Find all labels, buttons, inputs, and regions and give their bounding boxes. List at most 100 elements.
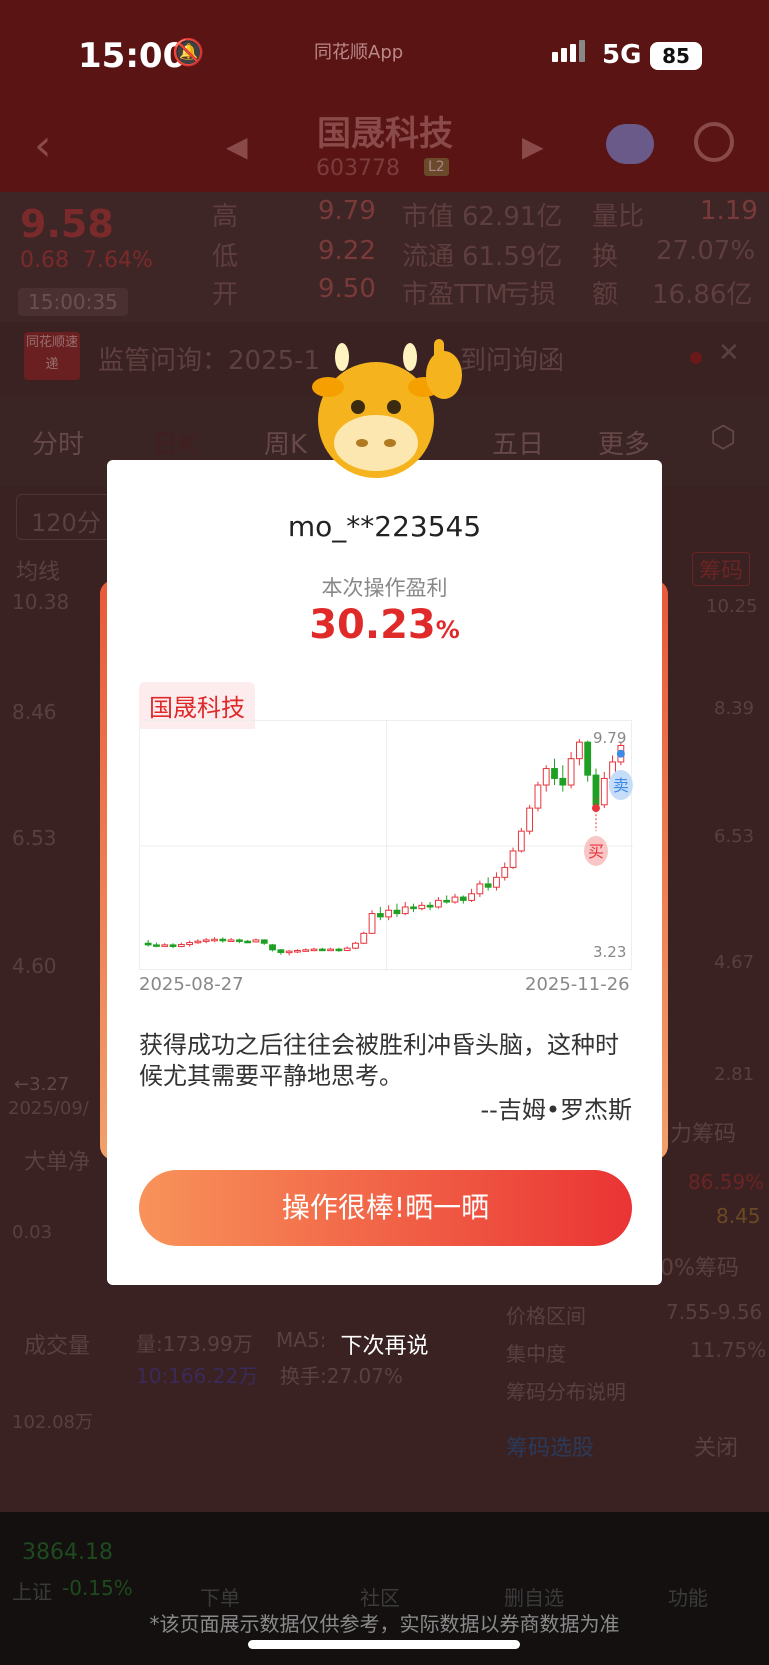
stock-code: 603778 — [316, 156, 400, 181]
candle-body — [559, 777, 567, 786]
turnover-value: 27.07% — [656, 236, 756, 266]
chart-end-date: 2025-11-26 — [525, 974, 630, 995]
float-label: 流通 — [402, 242, 455, 272]
open-value: 9.50 — [318, 274, 376, 304]
candle-body — [410, 906, 417, 910]
buy-label: 买 — [588, 842, 604, 861]
silent-bell-icon: 🔕 — [172, 38, 205, 68]
quote-timestamp: 15:00:35 — [18, 288, 128, 316]
vol-axis: 102.08万 — [12, 1412, 93, 1433]
next-stock-icon[interactable]: ▶ — [522, 130, 544, 163]
nav-order[interactable]: 下单 — [200, 1582, 240, 1611]
period-select[interactable]: 120分 — [16, 494, 116, 540]
candle-body — [526, 807, 534, 832]
chips-button[interactable]: 筹码 — [692, 552, 751, 586]
ma-selector[interactable]: 均线 — [16, 554, 60, 586]
date-label: 2025/09/ — [8, 1098, 89, 1119]
tab-intraday[interactable]: 分时 — [32, 424, 84, 461]
open-label: 开 — [212, 280, 239, 310]
candle-body — [600, 777, 608, 806]
candle-body — [269, 944, 276, 951]
buy-dot — [591, 804, 600, 813]
candle-body — [294, 949, 301, 953]
maybe-later-button[interactable]: 下次再说 — [0, 1328, 769, 1360]
status-bar: 15:00 🔕 同花顺App 5G 85 — [0, 0, 769, 100]
home-indicator[interactable] — [248, 1640, 520, 1649]
candle-body — [335, 948, 343, 952]
candle-body — [285, 950, 293, 954]
chip-axis-1: 10.25 — [706, 596, 758, 617]
y-axis-1: 10.38 — [12, 590, 70, 614]
tab-five-day[interactable]: 五日 — [492, 424, 544, 461]
username: mo_**223545 — [287, 510, 482, 543]
low-label: 低 — [212, 242, 239, 272]
chip-90[interactable]: 0%筹码 — [660, 1250, 739, 1282]
chip-axis-4: 4.67 — [714, 952, 755, 973]
candle-body — [418, 904, 426, 910]
turnover-label: 换 — [592, 242, 619, 272]
candle-body — [327, 948, 334, 952]
candle-body — [476, 883, 484, 895]
big-order-label: 大单净 — [24, 1150, 91, 1175]
candle-body — [343, 947, 351, 951]
candle-body — [235, 939, 243, 942]
price-change: 0.68 7.64% — [20, 248, 153, 273]
news-text: 监管问询：2025-1 — [98, 346, 321, 376]
tab-daily-k[interactable]: 日K — [152, 424, 198, 461]
tab-weekly-k[interactable]: 周K — [264, 424, 307, 461]
back-arrow-icon[interactable]: ‹ — [34, 120, 52, 171]
battery-icon: 85 — [650, 42, 702, 70]
tab-more[interactable]: 更多 — [598, 424, 650, 461]
nav-remove-watchlist[interactable]: 删自选 — [504, 1582, 564, 1611]
high-value: 9.79 — [318, 196, 376, 226]
profit-share-dialog: mo_**223545 本次操作盈利 30.23% 国晟科技 9.79 3.23 买… — [107, 460, 662, 1285]
candle-body — [385, 909, 393, 918]
close-icon[interactable]: ✕ — [718, 338, 740, 368]
candle-body — [493, 876, 500, 888]
unread-dot-icon — [690, 352, 702, 364]
chip-axis-2: 8.39 — [714, 698, 755, 719]
kline-chart: 9.79 3.23 买 卖 — [139, 720, 633, 971]
candle-body — [451, 896, 459, 903]
price-range-value: 7.55-9.56 — [666, 1300, 763, 1324]
mcap-value: 62.91亿 — [462, 202, 563, 232]
prev-stock-icon[interactable]: ◀ — [226, 130, 248, 163]
chip-power-label: 力筹码 — [670, 1122, 737, 1147]
candle-body — [534, 784, 542, 809]
candle-body — [302, 949, 310, 952]
y-axis-2: 8.46 — [12, 700, 57, 724]
amount-label: 额 — [592, 280, 619, 310]
candle-body — [575, 741, 583, 760]
candle-body — [211, 938, 218, 942]
search-icon[interactable] — [694, 122, 734, 162]
index-change: -0.15% — [62, 1576, 133, 1600]
sell-dot — [616, 749, 625, 758]
profit-label: 本次操作盈利 — [321, 576, 448, 600]
candle-body — [401, 906, 409, 915]
candle-body — [551, 768, 558, 779]
candle-body — [227, 939, 235, 942]
sell-label: 卖 — [613, 776, 629, 795]
nav-functions[interactable]: 功能 — [668, 1582, 708, 1611]
candle-body — [161, 944, 169, 947]
news-source-logo: 同花顺速递 — [24, 332, 80, 380]
candle-body — [177, 944, 185, 948]
share-button[interactable]: 操作很棒!晒一晒 — [139, 1170, 632, 1246]
low-value: 9.22 — [318, 236, 376, 266]
chip-pick-button[interactable]: 筹码选股 — [506, 1430, 594, 1462]
nav-community[interactable]: 社区 — [360, 1582, 400, 1611]
profit-value: 30.23% — [309, 602, 460, 648]
candle-body — [368, 913, 376, 934]
chip-axis-5: 2.81 — [714, 1064, 755, 1085]
chip-desc-link[interactable]: 筹码分布说明 — [506, 1376, 626, 1405]
chart-low-label: 3.23 — [593, 943, 626, 961]
chip-pct-2: 8.45 — [716, 1204, 761, 1228]
robot-assistant-icon[interactable] — [606, 124, 654, 164]
candle-body — [592, 774, 600, 806]
close-chip-button[interactable]: 关闭 — [694, 1430, 738, 1462]
settings-gear-icon[interactable]: ⬡ — [710, 420, 736, 455]
candle-body — [153, 944, 160, 947]
stock-header: ‹ ◀ 国晟科技 603778 L2 ▶ — [0, 100, 769, 192]
index-value[interactable]: 3864.18 — [22, 1540, 113, 1565]
candle-body — [352, 942, 359, 949]
